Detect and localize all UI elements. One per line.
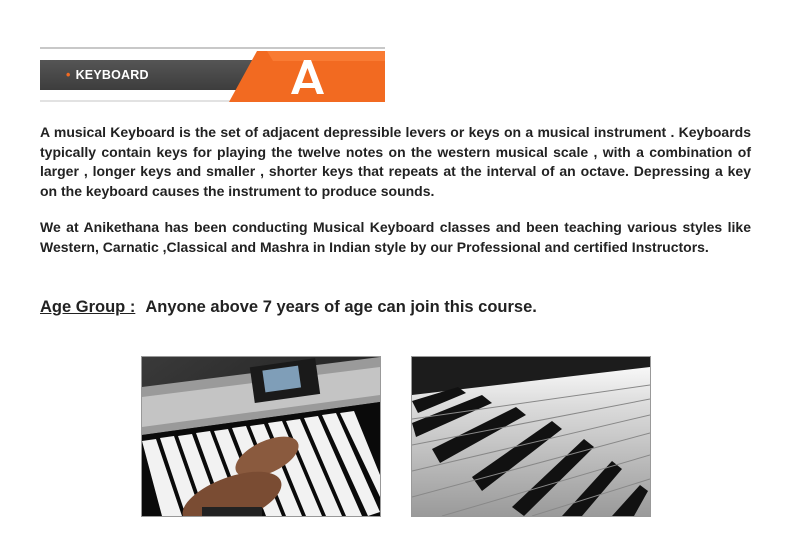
title-bullet: • [66, 68, 71, 82]
age-group-text: Anyone above 7 years of age can join thi… [145, 298, 537, 316]
hands-on-keyboard-photo [141, 356, 381, 517]
anikethana-a-logo-icon [229, 51, 385, 102]
classes-paragraph: We at Anikethana has been conducting Mus… [40, 219, 751, 255]
section-title-text: KEYBOARD [75, 68, 149, 82]
age-group-label: Age Group : [40, 298, 136, 316]
section-title: • KEYBOARD [66, 68, 149, 82]
age-group: Age Group : Anyone above 7 years of age c… [40, 298, 537, 317]
piano-keys-closeup-photo [411, 356, 651, 517]
description-paragraph: A musical Keyboard is the set of adjacen… [40, 124, 751, 199]
section-header: • KEYBOARD [40, 47, 385, 102]
